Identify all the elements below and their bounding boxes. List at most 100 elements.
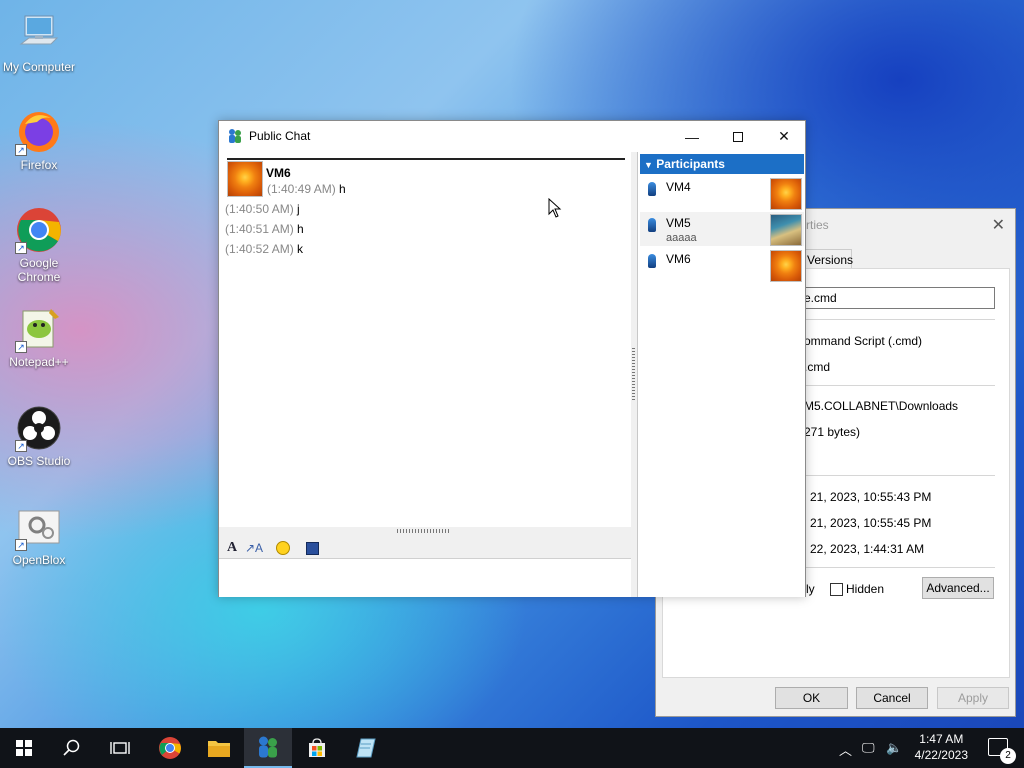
clock-date: 4/22/2023 — [914, 748, 968, 762]
cancel-button[interactable]: Cancel — [856, 687, 928, 709]
participants-panel: ▼ Participants VM4 VM5 aaaaa VM6 — [637, 152, 805, 597]
taskbar: ︿ 🖵 🔈 1:47 AM 4/22/2023 2 — [0, 728, 1024, 768]
user-icon — [648, 182, 656, 196]
show-hidden-icons-button[interactable]: ︿ — [839, 740, 852, 759]
desktop-icon-my-computer[interactable]: My Computer — [0, 10, 78, 74]
minimize-button[interactable]: — — [669, 121, 715, 152]
notepad-icon — [356, 738, 376, 758]
taskbar-microsoft-store[interactable] — [293, 728, 341, 768]
maximize-icon — [733, 131, 743, 142]
firefox-icon: ↗ — [15, 108, 63, 156]
mouse-cursor-icon — [548, 198, 562, 218]
tab-versions[interactable]: Versions — [804, 249, 853, 269]
openblox-icon: ↗ — [15, 503, 63, 551]
message-text: k — [297, 242, 304, 256]
participant-vm5[interactable]: VM5 aaaaa — [640, 212, 804, 246]
task-view-button[interactable] — [96, 728, 144, 768]
desktop-icon-openblox[interactable]: ↗ OpenBlox — [0, 503, 78, 567]
folder-icon — [208, 741, 230, 757]
opens-with-value: .cmd — [804, 360, 831, 374]
close-icon: ✕ — [778, 128, 790, 144]
message-line: (1:40:52 AM) k — [225, 242, 303, 256]
apply-button[interactable]: Apply — [937, 687, 1009, 709]
taskbar-file-explorer[interactable] — [195, 728, 243, 768]
shortcut-arrow-icon: ↗ — [15, 341, 27, 353]
message-sender: VM6 — [266, 166, 291, 180]
volume-icon[interactable]: 🔈 — [886, 740, 902, 756]
advanced-button[interactable]: Advanced... — [922, 577, 994, 599]
message-text: h — [339, 182, 346, 196]
font-icon: A — [226, 540, 238, 555]
minimize-icon: — — [685, 128, 699, 145]
chat-titlebar[interactable]: Public Chat — ✕ — [219, 121, 805, 152]
maximize-button[interactable] — [715, 121, 761, 152]
participant-status: aaaaa — [666, 232, 697, 244]
checkbox-box[interactable] — [830, 582, 843, 596]
created-value: l 21, 2023, 10:55:43 PM — [804, 490, 932, 504]
shortcut-arrow-icon: ↗ — [15, 242, 27, 254]
desktop-icon-label: OBS Studio — [7, 454, 71, 468]
message-timestamp: (1:40:50 AM) — [225, 202, 294, 216]
sender-avatar — [227, 161, 263, 197]
save-button[interactable] — [303, 539, 321, 557]
search-button[interactable] — [48, 728, 96, 768]
properties-title: rties — [806, 218, 829, 232]
format-toolbar: A ↗A — [219, 535, 631, 559]
start-button[interactable] — [0, 728, 48, 768]
close-button[interactable]: ✕ — [761, 121, 807, 152]
size-value: 271 bytes) — [804, 425, 861, 439]
desktop-icon-label: Firefox — [20, 158, 58, 172]
save-icon — [305, 541, 319, 555]
desktop-icon-google-chrome[interactable]: ↗ Google Chrome — [0, 206, 78, 284]
message-history[interactable]: VM6 (1:40:49 AM) h (1:40:50 AM) j (1:40:… — [219, 152, 631, 527]
modified-value: l 21, 2023, 10:55:45 PM — [804, 516, 932, 530]
participant-name: VM5 — [666, 216, 691, 230]
participant-avatar — [770, 250, 802, 282]
system-clock[interactable]: 1:47 AM 4/22/2023 — [915, 731, 968, 763]
vertical-splitter-grip[interactable] — [632, 348, 635, 400]
history-top-rule — [227, 158, 625, 160]
participant-avatar — [770, 178, 802, 210]
desktop-icon-label: Google Chrome — [17, 256, 61, 284]
desktop-icon-obs-studio[interactable]: ↗ OBS Studio — [0, 404, 78, 468]
ok-button[interactable]: OK — [775, 687, 848, 709]
taskbar-public-chat[interactable] — [244, 728, 292, 768]
message-timestamp: (1:40:49 AM) — [267, 182, 336, 196]
participant-vm4[interactable]: VM4 — [640, 176, 804, 210]
message-line: (1:40:51 AM) h — [225, 222, 304, 236]
divider — [799, 567, 995, 568]
obs-icon: ↗ — [15, 404, 63, 452]
shortcut-arrow-icon: ↗ — [15, 539, 27, 551]
font-button[interactable]: A — [223, 539, 241, 557]
participant-vm6[interactable]: VM6 — [640, 248, 804, 282]
desktop-icon-label: Notepad++ — [9, 355, 69, 369]
public-chat-window: Public Chat — ✕ VM6 (1:40:49 AM) h (1:40… — [218, 120, 806, 597]
notification-count-badge: 2 — [1000, 748, 1016, 764]
participant-name: VM6 — [666, 252, 691, 266]
properties-close-icon[interactable]: ✕ — [992, 215, 1005, 235]
accessed-value: l 22, 2023, 1:44:31 AM — [804, 542, 925, 556]
divider — [799, 319, 995, 320]
chrome-icon — [159, 737, 181, 759]
clock-time: 1:47 AM — [919, 732, 964, 746]
hidden-checkbox[interactable]: Hidden — [830, 582, 884, 596]
shortcut-arrow-icon: ↗ — [15, 440, 27, 452]
desktop-icon-firefox[interactable]: ↗ Firefox — [0, 108, 78, 172]
divider — [799, 475, 995, 476]
location-value: M5.COLLABNET\Downloads — [804, 399, 959, 413]
emoticon-button[interactable] — [274, 539, 292, 557]
font-style-button[interactable]: ↗A — [245, 539, 263, 557]
store-icon — [309, 738, 325, 757]
participants-header[interactable]: ▼ Participants — [640, 154, 804, 174]
filename-field[interactable]: e.cmd — [799, 287, 995, 309]
user-icon — [648, 218, 656, 232]
message-input[interactable] — [219, 559, 631, 597]
taskbar-chrome[interactable] — [146, 728, 194, 768]
font-style-icon: ↗A — [244, 541, 264, 555]
taskbar-notepad[interactable] — [342, 728, 390, 768]
windows-logo-icon — [16, 740, 32, 756]
network-icon[interactable]: 🖵 — [862, 740, 875, 756]
desktop-icon-notepad-plus-plus[interactable]: ↗ Notepad++ — [0, 305, 78, 369]
computer-icon — [15, 10, 63, 58]
horizontal-splitter-grip[interactable] — [397, 529, 451, 533]
